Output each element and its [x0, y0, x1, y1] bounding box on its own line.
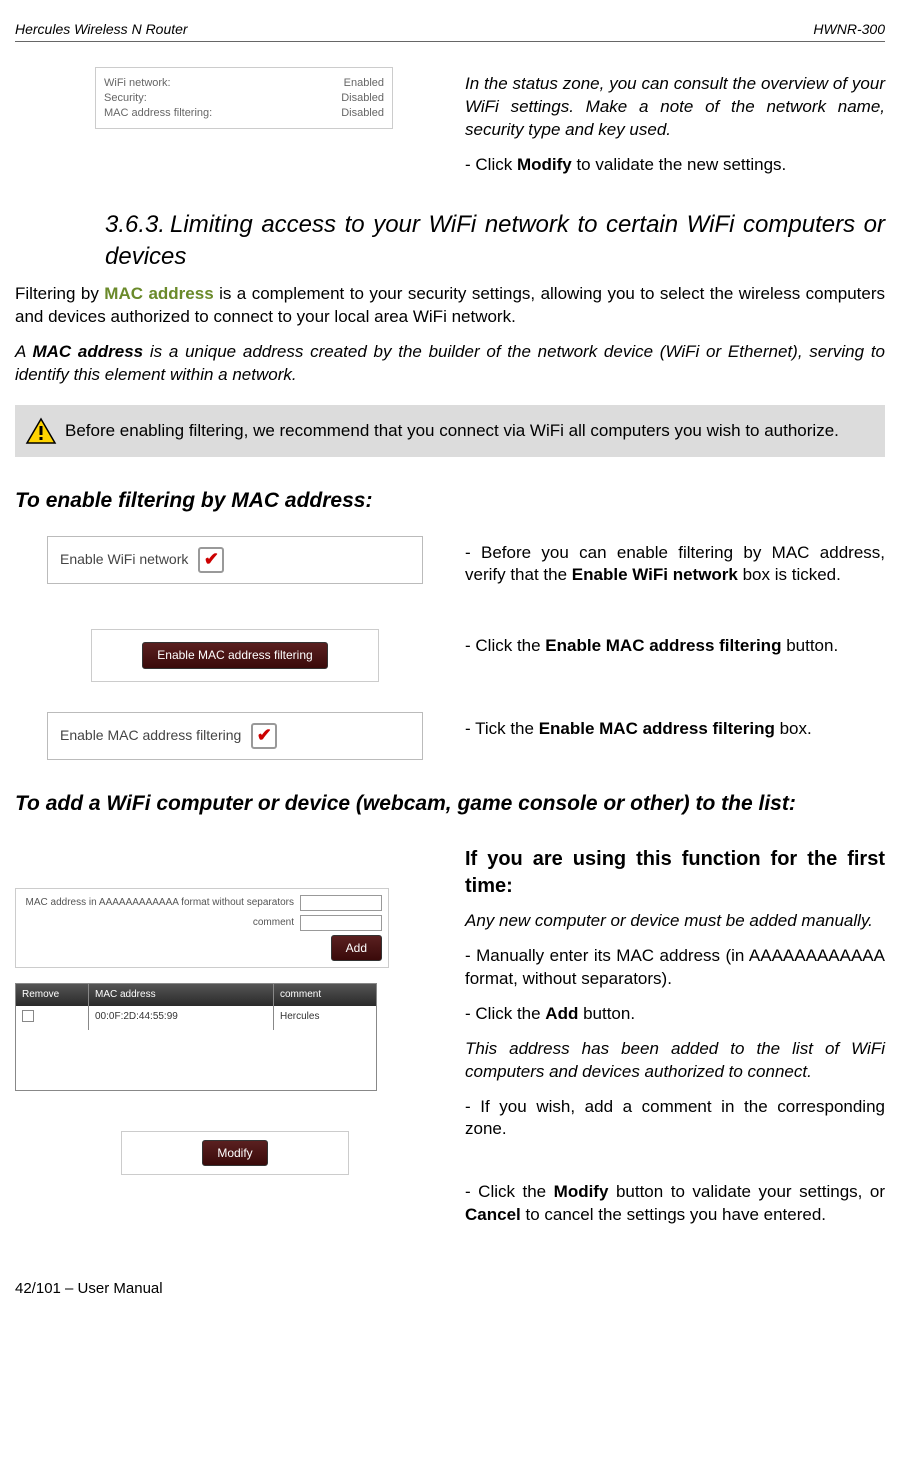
- add-button[interactable]: Add: [331, 935, 382, 961]
- status-label: WiFi network:: [104, 76, 171, 91]
- comment-input-label: comment: [22, 916, 300, 930]
- table-row: 00:0F:2D:44:55:99 Hercules: [16, 1006, 376, 1031]
- section-title: Limiting access to your WiFi network to …: [105, 211, 885, 270]
- table-header-comment: comment: [274, 984, 376, 1006]
- first-time-p3: - Click the Add button.: [465, 1003, 885, 1026]
- intro-paragraph-2: - Click Modify to validate the new setti…: [465, 154, 885, 177]
- enable-mac-label: Enable MAC address filtering: [60, 726, 241, 745]
- step-3-text: - Tick the Enable MAC address filtering …: [465, 718, 885, 741]
- mac-input-label: MAC address in AAAAAAAAAAAA format witho…: [22, 896, 300, 910]
- status-value: Disabled: [341, 91, 384, 106]
- mac-address-table: Remove MAC address comment 00:0F:2D:44:5…: [15, 983, 377, 1091]
- mac-address-cell: 00:0F:2D:44:55:99: [89, 1006, 274, 1031]
- table-header-mac: MAC address: [89, 984, 274, 1006]
- mac-address-link[interactable]: MAC address: [104, 284, 213, 303]
- paragraph-filtering: Filtering by MAC address is a complement…: [15, 283, 885, 329]
- warning-icon: [25, 417, 57, 445]
- first-time-heading: If you are using this function for the f…: [465, 846, 885, 900]
- status-label: MAC address filtering:: [104, 106, 212, 121]
- first-time-p2: - Manually enter its MAC address (in AAA…: [465, 945, 885, 991]
- header-left: Hercules Wireless N Router: [15, 20, 188, 39]
- checkbox-ticked-icon[interactable]: ✔: [198, 547, 224, 573]
- status-value: Disabled: [341, 106, 384, 121]
- enable-mac-checkbox-ui: Enable MAC address filtering ✔: [47, 712, 423, 760]
- remove-checkbox-cell[interactable]: [16, 1006, 89, 1031]
- header-right: HWNR-300: [813, 20, 885, 39]
- paragraph-mac-definition: A MAC address is a unique address create…: [15, 341, 885, 387]
- subheading-enable-filtering: To enable filtering by MAC address:: [15, 487, 885, 515]
- section-number: 3.6.3.: [105, 211, 170, 238]
- warning-text: Before enabling filtering, we recommend …: [65, 420, 839, 443]
- enable-wifi-checkbox-ui: Enable WiFi network ✔: [47, 536, 423, 584]
- comment-input[interactable]: [300, 915, 382, 931]
- subheading-add-device: To add a WiFi computer or device (webcam…: [15, 790, 885, 818]
- page-footer: 42/101 – User Manual: [15, 1279, 885, 1299]
- first-time-p4: This address has been added to the list …: [465, 1038, 885, 1084]
- table-header-remove: Remove: [16, 984, 89, 1006]
- status-label: Security:: [104, 91, 147, 106]
- enable-mac-filtering-button[interactable]: Enable MAC address filtering: [142, 642, 327, 668]
- status-value: Enabled: [344, 76, 384, 91]
- warning-note: Before enabling filtering, we recommend …: [15, 405, 885, 457]
- first-time-p5: - If you wish, add a comment in the corr…: [465, 1096, 885, 1142]
- first-time-p6: - Click the Modify button to validate yo…: [465, 1181, 885, 1227]
- checkbox-ticked-icon[interactable]: ✔: [251, 723, 277, 749]
- modify-button[interactable]: Modify: [202, 1140, 267, 1166]
- page-header: Hercules Wireless N Router HWNR-300: [15, 20, 885, 42]
- first-time-p1: Any new computer or device must be added…: [465, 910, 885, 933]
- comment-cell: Hercules: [274, 1006, 376, 1031]
- step-1-text: - Before you can enable filtering by MAC…: [465, 542, 885, 588]
- enable-wifi-label: Enable WiFi network: [60, 550, 188, 569]
- section-heading: 3.6.3.Limiting access to your WiFi netwo…: [105, 209, 885, 274]
- status-zone-preview: WiFi network: Enabled Security: Disabled M…: [95, 67, 393, 130]
- step-2-text: - Click the Enable MAC address filtering…: [465, 635, 885, 658]
- mac-address-input[interactable]: [300, 895, 382, 911]
- intro-paragraph-1: In the status zone, you can consult the …: [465, 73, 885, 142]
- mac-add-form: MAC address in AAAAAAAAAAAA format witho…: [15, 888, 389, 968]
